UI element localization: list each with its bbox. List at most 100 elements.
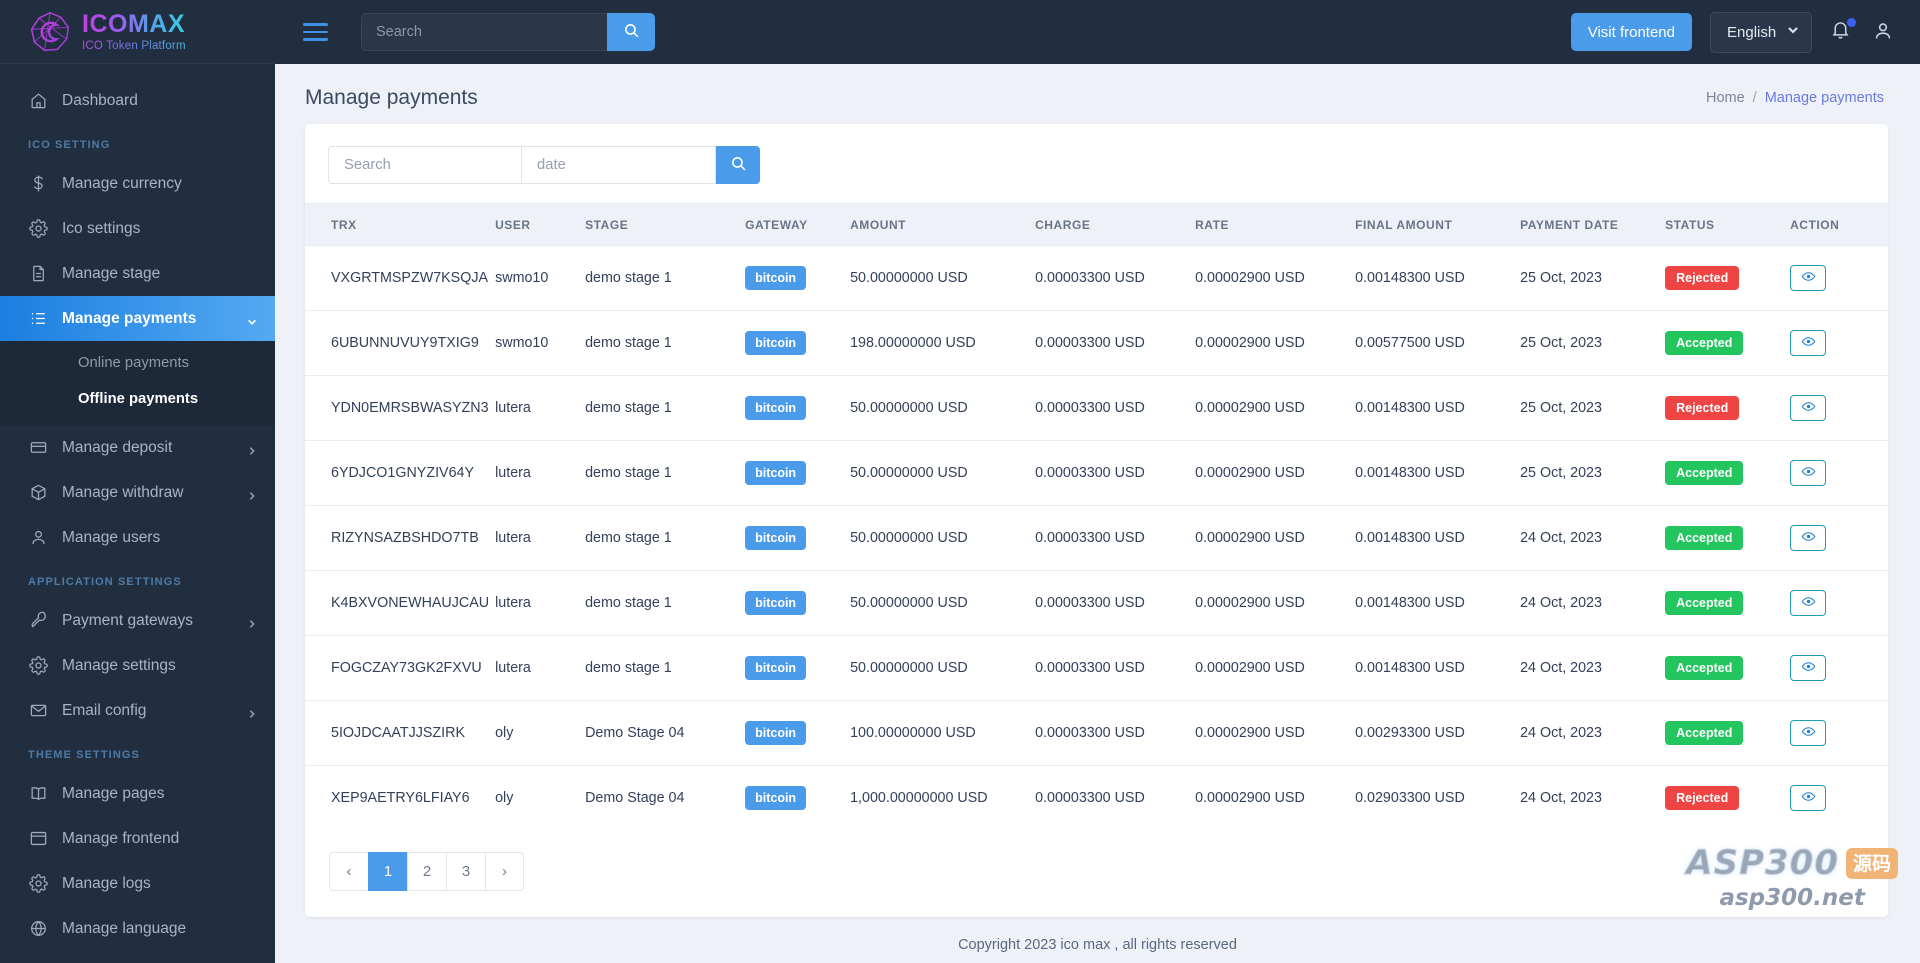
notification-badge-dot <box>1847 18 1856 27</box>
status-badge: Accepted <box>1665 526 1744 550</box>
cell-charge: 0.00003300 USD <box>1035 570 1196 636</box>
sidebar-item-manage-withdraw[interactable]: Manage withdraw <box>0 470 275 515</box>
cell-charge: 0.00003300 USD <box>1035 310 1196 376</box>
cell-trx: VXGRTMSPZW7KSQJA <box>305 245 496 311</box>
view-details-button[interactable] <box>1790 590 1827 616</box>
payments-table: TRX USER STAGE GATEWAY AMOUNT CHARGE RAT… <box>305 203 1888 830</box>
global-search-input[interactable] <box>361 13 607 51</box>
gateway-badge: bitcoin <box>745 786 807 810</box>
home-icon <box>28 91 48 111</box>
pagination-page-3[interactable]: 3 <box>446 852 485 891</box>
footer-copyright: Copyright 2023 ico max , all rights rese… <box>958 937 1237 953</box>
eye-icon <box>1801 724 1816 743</box>
view-details-button[interactable] <box>1790 655 1827 681</box>
chevron-right-icon <box>247 616 257 628</box>
cell-stage: demo stage 1 <box>585 375 746 441</box>
view-details-button[interactable] <box>1790 330 1827 356</box>
cell-amount: 1,000.00000000 USD <box>850 790 988 806</box>
status-badge: Accepted <box>1665 656 1744 680</box>
sidebar-item-offline-payments[interactable]: Offline payments <box>0 381 275 417</box>
account-button[interactable] <box>1872 20 1896 44</box>
cell-trx: RIZYNSAZBSHDO7TB <box>305 505 496 571</box>
hamburger-menu-icon[interactable] <box>303 21 331 43</box>
wrench-icon <box>28 611 48 631</box>
table-header-row: TRX USER STAGE GATEWAY AMOUNT CHARGE RAT… <box>305 203 1888 246</box>
brand-title: ICOMAX <box>82 10 185 39</box>
sidebar-item-label: Manage settings <box>62 656 176 674</box>
hamburger-line <box>303 30 328 34</box>
column-header-gateway: GATEWAY <box>745 203 851 246</box>
eye-icon <box>1801 399 1816 418</box>
cell-payment-date: 25 Oct, 2023 <box>1520 245 1666 311</box>
gateway-badge: bitcoin <box>745 331 807 355</box>
icomax-logo-icon <box>28 10 72 54</box>
view-details-button[interactable] <box>1790 265 1827 291</box>
table-body: VXGRTMSPZW7KSQJA swmo10 demo stage 1 bitcoi… <box>305 245 1888 831</box>
view-details-button[interactable] <box>1790 720 1827 746</box>
sidebar-item-manage-stage[interactable]: Manage stage <box>0 251 275 296</box>
sidebar-item-dashboard[interactable]: Dashboard <box>0 78 275 123</box>
pagination-prev[interactable]: ‹ <box>329 852 368 891</box>
sidebar-item-ico-settings[interactable]: Ico settings <box>0 206 275 251</box>
sidebar-item-email-config[interactable]: Email config <box>0 688 275 733</box>
sidebar-item-manage-language[interactable]: Manage language <box>0 906 275 951</box>
cell-rate: 0.00002900 USD <box>1195 570 1356 636</box>
cell-gateway: bitcoin <box>745 505 851 571</box>
visit-frontend-button[interactable]: Visit frontend <box>1570 13 1692 51</box>
filter-search-button[interactable] <box>716 146 760 184</box>
cell-user: lutera <box>495 375 586 441</box>
date-input[interactable] <box>522 146 716 184</box>
language-select[interactable]: English <box>1710 11 1812 53</box>
search-icon <box>623 22 640 42</box>
cell-rate: 0.00002900 USD <box>1195 375 1356 441</box>
sidebar-item-manage-currency[interactable]: Manage currency <box>0 161 275 206</box>
sidebar-item-payment-gateways[interactable]: Payment gateways <box>0 598 275 643</box>
brand-subtitle: ICO Token Platform <box>82 39 186 52</box>
sidebar-item-manage-logs[interactable]: Manage logs <box>0 861 275 906</box>
pagination-page-1[interactable]: 1 <box>368 852 407 891</box>
sidebar-item-manage-payments[interactable]: Manage payments <box>0 296 275 341</box>
notifications-button[interactable] <box>1830 18 1856 45</box>
sidebar-item-manage-frontend[interactable]: Manage frontend <box>0 816 275 861</box>
cell-gateway: bitcoin <box>745 375 851 441</box>
language-selector[interactable]: English <box>1710 11 1812 53</box>
sidebar-item-manage-pages[interactable]: Manage pages <box>0 771 275 816</box>
cell-status: Accepted <box>1665 310 1791 376</box>
search-icon <box>730 155 747 175</box>
search-input[interactable] <box>328 146 522 184</box>
view-details-button[interactable] <box>1790 525 1827 551</box>
gear-icon <box>28 656 48 676</box>
cell-user: lutera <box>495 570 586 636</box>
chevron-right-icon <box>247 443 257 455</box>
pagination-page-2[interactable]: 2 <box>407 852 446 891</box>
cell-action <box>1790 700 1888 766</box>
status-badge: Rejected <box>1665 396 1740 420</box>
cell-stage: Demo Stage 04 <box>585 790 685 806</box>
window-icon <box>28 829 48 849</box>
table-head: TRX USER STAGE GATEWAY AMOUNT CHARGE RAT… <box>305 203 1888 246</box>
cell-payment-date: 24 Oct, 2023 <box>1520 700 1666 766</box>
sidebar-item-online-payments[interactable]: Online payments <box>0 345 275 381</box>
global-search-button[interactable] <box>607 13 655 51</box>
sidebar-item-manage-users[interactable]: Manage users <box>0 515 275 560</box>
view-details-button[interactable] <box>1790 395 1827 421</box>
sidebar-item-manage-settings[interactable]: Manage settings <box>0 643 275 688</box>
cell-final-amount: 0.00148300 USD <box>1355 375 1521 441</box>
cell-amount: 50.00000000 USD <box>850 245 1036 311</box>
brand-logo-block[interactable]: ICOMAX ICO Token Platform <box>0 0 275 64</box>
sidebar-item-label: Manage withdraw <box>62 483 184 501</box>
cell-stage: demo stage 1 <box>585 505 746 571</box>
view-details-button[interactable] <box>1790 460 1827 486</box>
book-icon <box>28 784 48 804</box>
status-badge: Accepted <box>1665 721 1744 745</box>
payments-card: TRX USER STAGE GATEWAY AMOUNT CHARGE RAT… <box>305 124 1888 917</box>
cell-action <box>1790 635 1888 701</box>
eye-icon <box>1801 594 1816 613</box>
view-details-button[interactable] <box>1790 785 1827 811</box>
cell-amount: 50.00000000 USD <box>850 570 1036 636</box>
pagination-next[interactable]: › <box>485 852 524 891</box>
sidebar-item-manage-deposit[interactable]: Manage deposit <box>0 425 275 470</box>
column-header-final-amount: FINAL AMOUNT <box>1355 203 1521 246</box>
sidebar-item-label: Manage users <box>62 528 161 546</box>
breadcrumb-home[interactable]: Home <box>1706 90 1745 106</box>
